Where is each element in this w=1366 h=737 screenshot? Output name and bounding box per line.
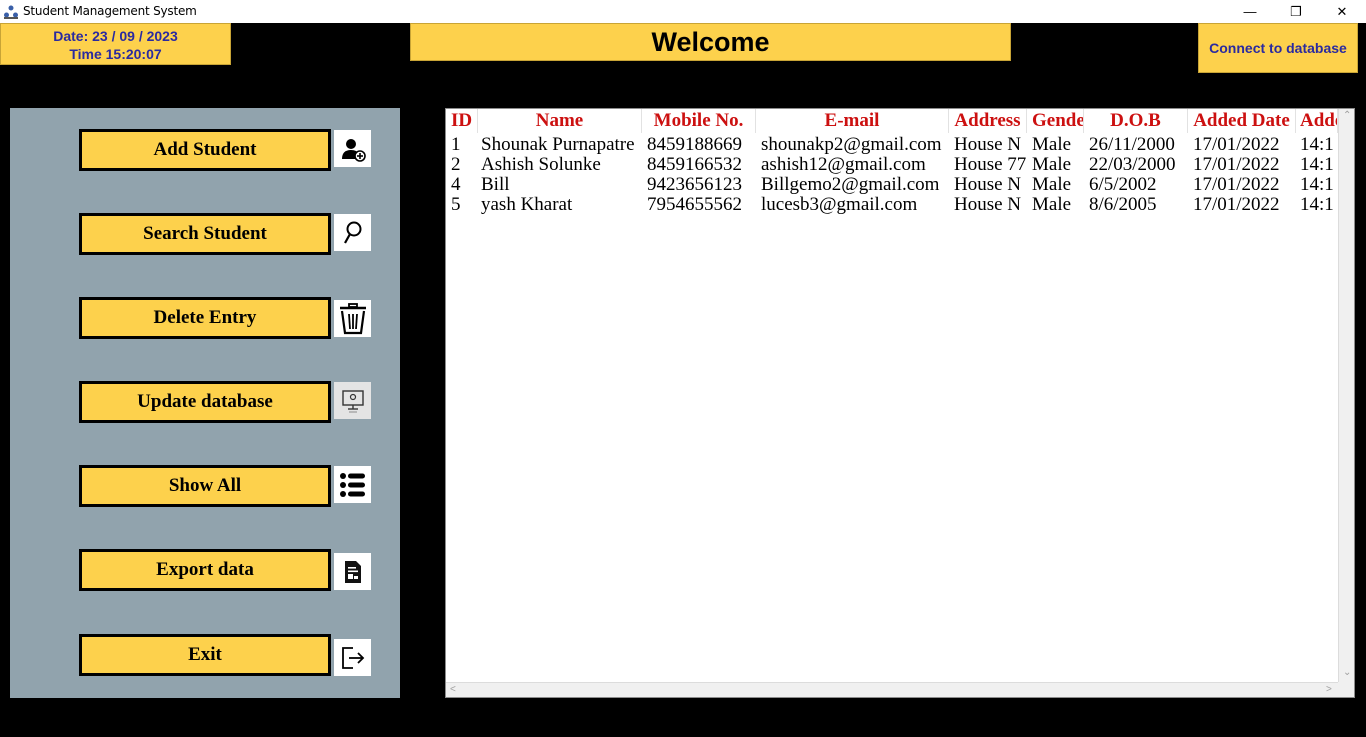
- column-header-address[interactable]: Address: [949, 109, 1027, 133]
- cell-id: 5: [451, 195, 461, 215]
- search-icon[interactable]: [334, 214, 371, 251]
- scroll-left-arrow-icon[interactable]: <: [450, 684, 456, 695]
- cell-email: ashish12@gmail.com: [761, 155, 926, 175]
- cell-email: lucesb3@gmail.com: [761, 195, 918, 215]
- column-header-dob[interactable]: D.O.B: [1084, 109, 1188, 133]
- cell-dob: 8/6/2005: [1089, 195, 1157, 215]
- cell-gender: Male: [1032, 175, 1072, 195]
- connect-database-button[interactable]: Connect to database: [1198, 23, 1358, 73]
- column-header-added-date[interactable]: Added Date: [1188, 109, 1296, 133]
- cell-added-time: 14:1: [1300, 195, 1334, 215]
- time-label: Time 15:20:07: [69, 46, 162, 62]
- welcome-banner: Welcome: [410, 23, 1011, 61]
- student-table[interactable]: ID Name Mobile No. E-mail Address Gender…: [445, 108, 1355, 698]
- cell-address: House N: [954, 175, 1022, 195]
- cell-id: 1: [451, 135, 461, 155]
- cell-added-time: 14:1: [1300, 135, 1334, 155]
- cell-email: shounakp2@gmail.com: [761, 135, 942, 155]
- add-user-icon[interactable]: [334, 130, 371, 167]
- list-icon[interactable]: [334, 466, 371, 503]
- vertical-scrollbar[interactable]: ⌃ ⌄: [1338, 109, 1354, 682]
- export-file-icon[interactable]: [334, 553, 371, 590]
- trash-icon[interactable]: [334, 300, 371, 337]
- cell-address: House N: [954, 195, 1022, 215]
- title-bar: Student Management System — ❐ ✕: [0, 0, 1366, 23]
- exit-icon[interactable]: [334, 639, 371, 676]
- cell-dob: 22/03/2000: [1089, 155, 1176, 175]
- datetime-display: Date: 23 / 09 / 2023 Time 15:20:07: [0, 23, 231, 65]
- add-student-button[interactable]: Add Student: [79, 129, 331, 171]
- window-title: Student Management System: [23, 4, 197, 18]
- show-all-button[interactable]: Show All: [79, 465, 331, 507]
- cell-name: Shounak Purnapatre: [481, 135, 635, 155]
- cell-dob: 26/11/2000: [1089, 135, 1175, 155]
- cell-gender: Male: [1032, 155, 1072, 175]
- scroll-up-arrow-icon[interactable]: ⌃: [1343, 110, 1351, 121]
- cell-added-date: 17/01/2022: [1193, 155, 1280, 175]
- cell-mobile: 8459166532: [647, 155, 742, 175]
- cell-added-date: 17/01/2022: [1193, 195, 1280, 215]
- cell-dob: 6/5/2002: [1089, 175, 1157, 195]
- column-header-added-time[interactable]: Added Time: [1296, 109, 1338, 133]
- cell-id: 4: [451, 175, 461, 195]
- cell-mobile: 9423656123: [647, 175, 742, 195]
- export-data-button[interactable]: Export data: [79, 549, 331, 591]
- cell-mobile: 8459188669: [647, 135, 742, 155]
- cell-added-date: 17/01/2022: [1193, 135, 1280, 155]
- scrollbar-corner: [1338, 682, 1354, 697]
- cell-email: Billgemo2@gmail.com: [761, 175, 940, 195]
- delete-entry-button[interactable]: Delete Entry: [79, 297, 331, 339]
- scroll-down-arrow-icon[interactable]: ⌄: [1343, 667, 1351, 678]
- close-button[interactable]: ✕: [1319, 0, 1365, 23]
- exit-button[interactable]: Exit: [79, 634, 331, 676]
- scroll-right-arrow-icon[interactable]: >: [1326, 684, 1332, 695]
- cell-added-time: 14:1: [1300, 175, 1334, 195]
- maximize-button[interactable]: ❐: [1273, 0, 1319, 23]
- cell-name: yash Kharat: [481, 195, 573, 215]
- date-label: Date: 23 / 09 / 2023: [53, 28, 178, 44]
- cell-added-time: 14:1: [1300, 155, 1334, 175]
- app-logo-icon: [4, 5, 18, 19]
- cell-name: Bill: [481, 175, 510, 195]
- cell-gender: Male: [1032, 135, 1072, 155]
- update-monitor-icon[interactable]: [334, 382, 371, 419]
- cell-address: House N: [954, 135, 1022, 155]
- horizontal-scrollbar[interactable]: < >: [446, 682, 1338, 697]
- update-database-button[interactable]: Update database: [79, 381, 331, 423]
- column-header-id[interactable]: ID: [446, 109, 478, 133]
- cell-name: Ashish Solunke: [481, 155, 601, 175]
- cell-id: 2: [451, 155, 461, 175]
- column-header-email[interactable]: E-mail: [756, 109, 949, 133]
- search-student-button[interactable]: Search Student: [79, 213, 331, 255]
- cell-address: House 77: [954, 155, 1027, 175]
- side-menu-panel: Add Student Search Student Delete Entry …: [10, 108, 400, 698]
- cell-added-date: 17/01/2022: [1193, 175, 1280, 195]
- cell-mobile: 7954655562: [647, 195, 742, 215]
- minimize-button[interactable]: —: [1227, 0, 1273, 23]
- cell-gender: Male: [1032, 195, 1072, 215]
- column-header-name[interactable]: Name: [478, 109, 642, 133]
- column-header-gender[interactable]: Gender: [1027, 109, 1084, 133]
- column-header-mobile[interactable]: Mobile No.: [642, 109, 756, 133]
